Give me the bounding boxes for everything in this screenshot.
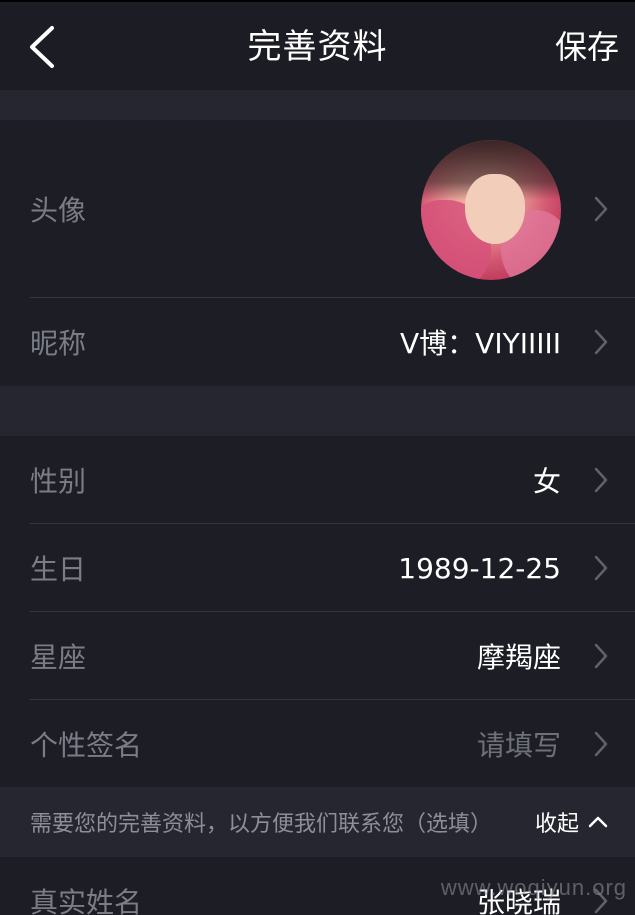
signature-row[interactable]: 个性签名 请填写 <box>0 700 635 787</box>
birthday-value: 1989-12-25 <box>398 551 561 585</box>
nav-bar: 完善资料 保存 <box>0 0 635 90</box>
chevron-right-icon <box>594 196 608 222</box>
optional-info-notice: 需要您的完善资料，以方便我们联系您（选填） 收起 <box>0 787 635 857</box>
watermark: www.woqiyun.org <box>440 875 627 900</box>
birthday-label: 生日 <box>30 553 87 586</box>
chevron-right-icon <box>594 731 608 756</box>
avatar-row[interactable]: 头像 <box>0 120 635 298</box>
zodiac-label: 星座 <box>30 641 87 674</box>
collapse-label: 收起 <box>534 812 579 837</box>
chevron-right-icon <box>594 555 608 581</box>
avatar-label: 头像 <box>30 194 87 227</box>
signature-placeholder: 请填写 <box>476 728 561 762</box>
avatar[interactable] <box>421 140 561 280</box>
edit-profile-screen: 完善资料 保存 头像 昵称 V博：VIYIIIII 性别 女 生日 1989-1… <box>0 0 635 915</box>
page-title: 完善资料 <box>247 27 388 67</box>
gender-value: 女 <box>532 465 561 498</box>
save-button[interactable]: 保存 <box>555 24 619 70</box>
nickname-value: V博：VIYIIIII <box>400 327 561 360</box>
chevron-right-icon <box>594 643 608 669</box>
section-gap <box>0 386 635 436</box>
real-name-label: 真实姓名 <box>30 886 143 915</box>
nickname-label: 昵称 <box>30 327 87 360</box>
chevron-right-icon <box>594 329 608 355</box>
signature-label: 个性签名 <box>30 728 143 762</box>
chevron-up-icon <box>588 816 608 828</box>
chevron-right-icon <box>594 467 608 493</box>
notice-text: 需要您的完善资料，以方便我们联系您（选填） <box>30 812 493 837</box>
section-gap <box>0 90 635 120</box>
gender-row[interactable]: 性别 女 <box>0 436 635 524</box>
birthday-row[interactable]: 生日 1989-12-25 <box>0 524 635 612</box>
nickname-row[interactable]: 昵称 V博：VIYIIIII <box>0 298 635 386</box>
zodiac-value: 摩羯座 <box>476 641 561 674</box>
collapse-button[interactable]: 收起 <box>535 787 609 857</box>
gender-label: 性别 <box>30 465 87 498</box>
zodiac-row[interactable]: 星座 摩羯座 <box>0 612 635 700</box>
